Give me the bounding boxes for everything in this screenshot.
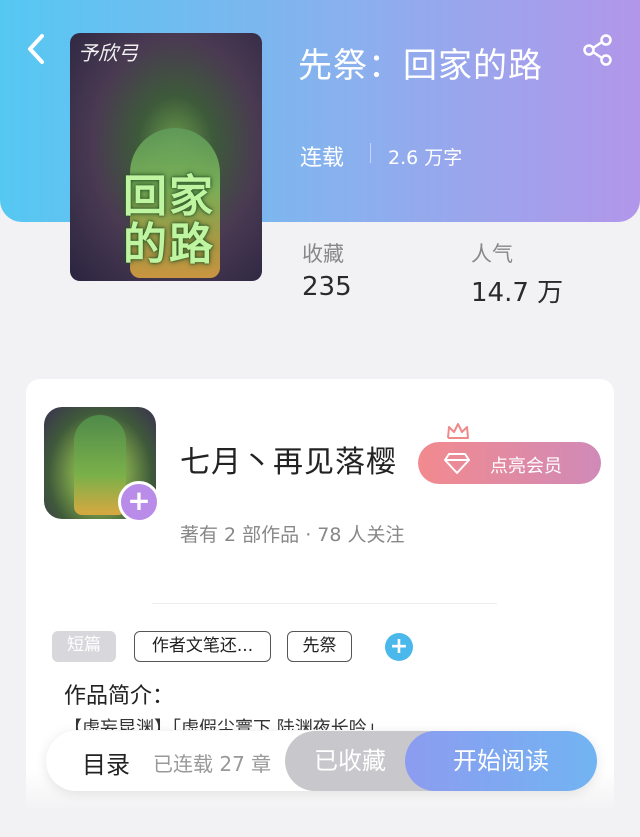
- tag-xianji[interactable]: 先祭: [287, 631, 352, 662]
- popularity-count: 14.7 万: [471, 278, 564, 308]
- intro-label: 作品简介：: [64, 684, 175, 709]
- intro-text: 【虚妄昆渊】「虚假尘寰下 陆渊夜长吟」: [64, 718, 385, 730]
- diamond-icon: [444, 453, 470, 474]
- favorites-count: 235: [302, 272, 352, 302]
- toc-button[interactable]: 目录: [82, 745, 130, 780]
- vip-button-label: 点亮会员: [490, 456, 562, 477]
- cover-title-line1: 回家: [123, 171, 215, 222]
- back-button[interactable]: [22, 32, 52, 66]
- follow-author-button[interactable]: +: [118, 481, 160, 523]
- tag-writing[interactable]: 作者文笔还...: [134, 631, 271, 662]
- popularity-label: 人气: [471, 242, 513, 266]
- chapter-count: 已连载 27 章: [153, 752, 272, 776]
- share-icon: [583, 34, 612, 66]
- author-meta: 著有 2 部作品 · 78 人关注: [180, 524, 405, 546]
- cover-title-line2: 的路: [123, 219, 215, 270]
- add-tag-button[interactable]: +: [385, 633, 413, 661]
- chevron-left-icon: [28, 34, 44, 64]
- book-cover: 予欣弓 回家 的路: [70, 33, 262, 281]
- share-button[interactable]: [580, 32, 616, 68]
- serial-status: 连载: [300, 146, 345, 171]
- crown-icon: [447, 423, 469, 439]
- cover-signature: 予欣弓: [78, 41, 138, 65]
- vip-button[interactable]: 点亮会员: [418, 442, 601, 484]
- word-count: 2.6 万字: [388, 147, 463, 169]
- divider: [152, 603, 497, 604]
- meta-divider: [370, 143, 371, 163]
- start-reading-button[interactable]: 开始阅读: [405, 731, 597, 791]
- author-name[interactable]: 七月丶再见落樱: [180, 437, 397, 481]
- tag-short[interactable]: 短篇: [52, 631, 116, 662]
- favorites-label: 收藏: [302, 242, 344, 266]
- book-title: 先祭：回家的路: [298, 46, 543, 86]
- cover-title: 回家 的路: [94, 173, 244, 269]
